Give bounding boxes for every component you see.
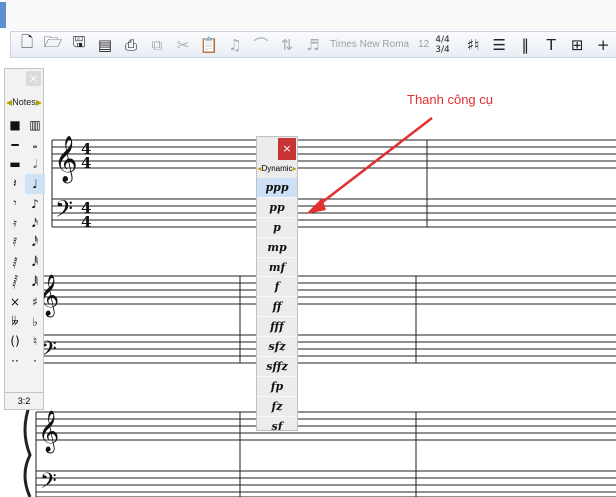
dynamics-palette: × ◂Dynamic▸ ppp pp p mp mf f ff fff sfz … xyxy=(256,136,298,431)
dynamics-palette-title-row: ◂Dynamic▸ xyxy=(257,164,297,173)
note-symbol[interactable]: 𝅘𝅥𝅱 xyxy=(25,253,45,273)
treble-clef-1: 𝄞 xyxy=(54,136,78,184)
notes-palette-header: × xyxy=(5,69,43,89)
note-symbol[interactable]: ♩ xyxy=(25,174,45,194)
note-symbol[interactable]: 𝄿 xyxy=(5,213,25,233)
dynamic-item[interactable]: sfz xyxy=(257,337,297,358)
note-symbol[interactable]: 𝅀 xyxy=(5,233,25,253)
close-icon[interactable]: × xyxy=(278,138,296,160)
notes-palette-title-row: ◀ Notes ▶ xyxy=(5,89,43,115)
note-symbol[interactable]: ♭ xyxy=(25,312,45,332)
note-symbol[interactable]: 𝅘𝅥𝅲 xyxy=(25,273,45,293)
staff-system-2 xyxy=(36,275,616,364)
note-symbol[interactable]: ♪ xyxy=(25,194,45,214)
time-sig-bottom-1: 4 xyxy=(81,154,91,172)
note-symbol[interactable]: ♮ xyxy=(25,332,45,352)
dynamics-list: ppp pp p mp mf f ff fff sfz sffz fp fz s… xyxy=(257,178,297,430)
bass-clef-1: 𝄢 xyxy=(55,195,73,228)
score-canvas: 𝄞 𝄢 𝄞 𝄢 𝄞 𝄢 4 4 4 4 xyxy=(23,136,616,497)
notes-palette-title: Notes xyxy=(12,97,36,107)
note-symbol[interactable]: 𝄽 xyxy=(5,174,25,194)
note-symbol[interactable]: 𝄾 xyxy=(5,194,25,214)
note-symbol[interactable]: ♯ xyxy=(25,292,45,312)
treble-clef-3: 𝄞 xyxy=(38,410,59,453)
chevron-right-icon[interactable]: ▸ xyxy=(293,164,297,173)
dynamic-item[interactable]: ppp xyxy=(257,178,297,198)
brace-system-3 xyxy=(23,403,32,497)
staff-system-1 xyxy=(51,139,616,228)
chevron-right-icon[interactable]: ▶ xyxy=(36,98,42,107)
staff-system-3 xyxy=(35,411,616,497)
note-symbol[interactable]: () xyxy=(5,332,25,352)
note-symbol[interactable]: × xyxy=(5,292,25,312)
time-sig-bottom-2: 4 xyxy=(81,213,91,231)
dynamic-item[interactable]: pp xyxy=(257,198,297,218)
dynamic-item[interactable]: mp xyxy=(257,238,297,258)
dynamic-item[interactable]: ff xyxy=(257,297,297,318)
dynamic-item[interactable]: fz xyxy=(257,397,297,417)
dynamic-item[interactable]: sffz xyxy=(257,357,297,377)
bass-clef-3: 𝄢 xyxy=(40,469,57,497)
note-symbol[interactable]: 𝅁 xyxy=(5,253,25,273)
note-symbol[interactable]: 𝅂 xyxy=(5,273,25,293)
note-symbol[interactable]: ▥ xyxy=(25,115,45,135)
note-symbol[interactable]: ■ xyxy=(5,115,25,135)
dynamic-item[interactable]: mf xyxy=(257,258,297,278)
note-symbol[interactable]: 𝅝 xyxy=(25,135,45,155)
notes-palette: × ◀ Notes ▶ ■ ▥ ━ 𝅝 ▬ 𝅗𝅥 𝄽 ♩ 𝄾 ♪ 𝄿 𝅘𝅥𝅯 𝅀… xyxy=(4,68,45,410)
dynamics-palette-title: Dynamic xyxy=(261,164,293,173)
close-icon[interactable]: × xyxy=(26,71,41,86)
dynamic-item[interactable]: sf xyxy=(257,417,297,430)
tuplet-ratio-label[interactable]: 3:2 xyxy=(5,392,43,409)
note-symbol[interactable]: · xyxy=(25,351,45,371)
chevron-left-icon[interactable]: ◀ xyxy=(6,98,12,107)
note-symbol[interactable]: 𝅗𝅥 xyxy=(25,154,45,174)
note-symbol[interactable]: 𝅘𝅥𝅰 xyxy=(25,233,45,253)
annotation-label: Thanh công cụ xyxy=(407,92,494,107)
dynamic-item[interactable]: f xyxy=(257,277,297,298)
note-symbol[interactable]: ▬ xyxy=(5,154,25,174)
note-symbol[interactable]: ·· xyxy=(5,351,25,371)
notes-grid: ■ ▥ ━ 𝅝 ▬ 𝅗𝅥 𝄽 ♩ 𝄾 ♪ 𝄿 𝅘𝅥𝅯 𝅀 𝅘𝅥𝅰 𝅁 𝅘𝅥𝅱 𝅂… xyxy=(5,115,45,371)
note-symbol[interactable]: 𝄫 xyxy=(5,312,25,332)
dynamic-item[interactable]: fff xyxy=(257,317,297,338)
dynamic-item[interactable]: p xyxy=(257,218,297,238)
note-symbol[interactable]: ━ xyxy=(5,135,25,155)
dynamic-item[interactable]: fp xyxy=(257,377,297,397)
note-symbol[interactable]: 𝅘𝅥𝅯 xyxy=(25,213,45,233)
